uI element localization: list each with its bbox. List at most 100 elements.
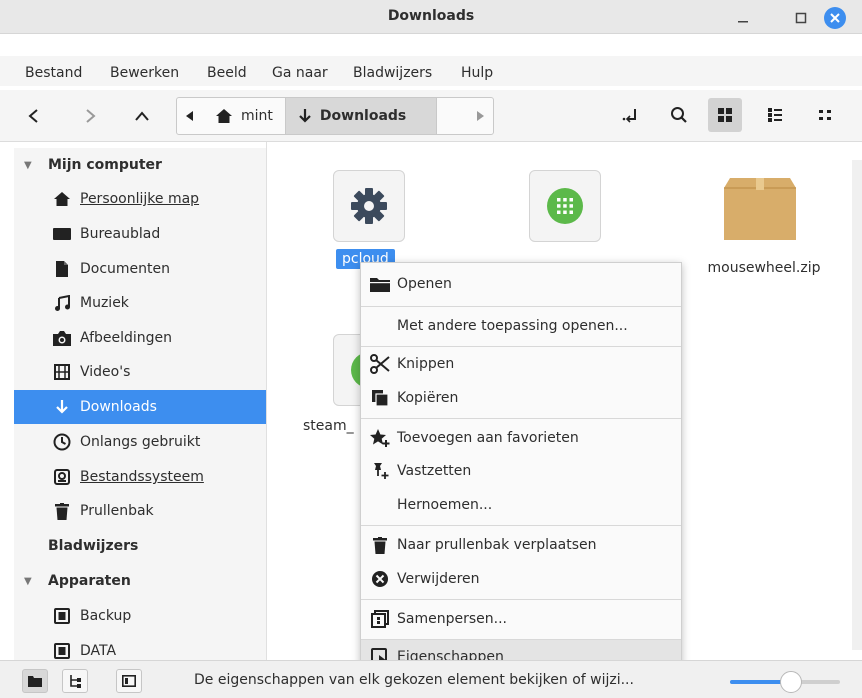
search-icon: [671, 107, 687, 123]
path-crumb-home[interactable]: mint: [203, 98, 285, 134]
sidebar-section-bookmarks[interactable]: Bladwijzers: [14, 529, 266, 563]
close-button[interactable]: [824, 7, 846, 29]
compact-view-button[interactable]: [808, 98, 842, 132]
music-icon: [52, 293, 72, 313]
menu-beeld[interactable]: Beeld: [207, 65, 247, 81]
document-icon: [52, 259, 72, 279]
file-label-mousewheel-zip[interactable]: mousewheel.zip: [701, 260, 827, 276]
sidebar-section-my-computer[interactable]: ▼ Mijn computer: [14, 148, 266, 182]
menu-item-copy[interactable]: Kopiëren: [361, 381, 681, 415]
clock-icon: [52, 432, 72, 452]
sidebar-item-device-backup[interactable]: Backup: [14, 599, 266, 633]
menu-item-open-with[interactable]: Met andere toepassing openen...: [361, 309, 681, 343]
context-menu: Openen Met andere toepassing openen... K…: [360, 262, 682, 674]
file-label-steam[interactable]: steam_: [303, 418, 354, 434]
sidebar-item-label: Persoonlijke map: [80, 191, 200, 207]
menu-bewerken[interactable]: Bewerken: [110, 65, 179, 81]
location-entry-icon: [622, 109, 636, 123]
sidebar-item-trash[interactable]: Prullenbak: [14, 494, 266, 528]
sidebar-item-music[interactable]: Muziek: [14, 286, 266, 320]
grid-view-icon: [718, 108, 732, 122]
forward-button[interactable]: [76, 102, 104, 130]
sidebar-item-label: Afbeeldingen: [80, 330, 173, 346]
sidebar-item-label: Bestandssysteem: [80, 469, 204, 485]
gear-icon: [333, 170, 405, 242]
sidebar-item-filesystem[interactable]: Bestandssysteem: [14, 460, 266, 494]
menu-item-open[interactable]: Openen: [361, 267, 681, 301]
list-view-button[interactable]: [758, 98, 792, 132]
search-button[interactable]: [662, 98, 696, 132]
folder-icon: [369, 274, 391, 294]
menu-bladwijzers[interactable]: Bladwijzers: [353, 65, 432, 81]
maximize-button[interactable]: [790, 7, 812, 29]
sidebar-item-label: DATA: [80, 643, 117, 659]
path-crumb-current-label: Downloads: [319, 108, 407, 124]
menu-item-delete[interactable]: Verwijderen: [361, 562, 681, 596]
menu-item-cut[interactable]: Knippen: [361, 347, 681, 381]
compact-view-icon: [819, 110, 831, 120]
sidebar: ▼ Mijn computer Persoonlijke map Bureaub…: [14, 148, 266, 660]
path-scroll-right[interactable]: [467, 98, 493, 134]
back-button[interactable]: [20, 102, 48, 130]
menu-item-label: Knippen: [397, 356, 455, 372]
file-item-pcloud[interactable]: [333, 170, 405, 242]
path-crumb-current[interactable]: Downloads: [284, 98, 437, 134]
file-item-input-remapper[interactable]: [529, 170, 601, 242]
sidebar-item-videos[interactable]: Video's: [14, 355, 266, 389]
path-scroll-left[interactable]: [177, 98, 203, 134]
copy-icon: [369, 388, 391, 408]
content-scrollbar[interactable]: [852, 160, 862, 650]
menu-item-label: Vastzetten: [397, 463, 472, 479]
zoom-slider[interactable]: [730, 671, 840, 693]
menu-item-rename[interactable]: Hernoemen...: [361, 488, 681, 522]
pin-icon: [369, 461, 391, 481]
zoom-slider-handle[interactable]: [779, 671, 802, 693]
window-titlebar: Downloads: [0, 0, 862, 34]
triangle-left-icon: [186, 111, 193, 121]
menu-ga-naar[interactable]: Ga naar: [272, 65, 328, 81]
sidebar-item-pictures[interactable]: Afbeeldingen: [14, 321, 266, 355]
sidebar-item-label: Onlangs gebruikt: [80, 434, 201, 450]
menu-item-add-favorite[interactable]: Toevoegen aan favorieten: [361, 421, 681, 455]
menu-hulp[interactable]: Hulp: [461, 65, 493, 81]
expand-triangle-icon: ▼: [24, 159, 32, 171]
minimize-icon: [738, 21, 748, 23]
menu-item-pin[interactable]: Vastzetten: [361, 454, 681, 488]
sidebar-section-label: Apparaten: [48, 573, 131, 589]
sidebar-item-documents[interactable]: Documenten: [14, 252, 266, 286]
menu-item-label: Openen: [397, 276, 452, 292]
sidebar-section-devices[interactable]: ▼ Apparaten: [14, 564, 266, 598]
triangle-right-icon: [477, 111, 484, 121]
menu-separator: [361, 599, 681, 600]
delete-icon: [369, 569, 391, 589]
menu-bestand[interactable]: Bestand: [25, 65, 82, 81]
sidebar-item-label: Prullenbak: [80, 503, 154, 519]
show-treeview-button[interactable]: [62, 669, 88, 693]
sidebar-item-home[interactable]: Persoonlijke map: [14, 182, 266, 216]
menu-item-move-to-trash[interactable]: Naar prullenbak verplaatsen: [361, 528, 681, 562]
sidebar-section-label: Bladwijzers: [48, 538, 139, 554]
menu-item-label: Naar prullenbak verplaatsen: [397, 537, 597, 553]
home-icon: [216, 109, 232, 123]
maximize-icon: [795, 12, 807, 24]
sidebar-item-desktop[interactable]: Bureaublad: [14, 217, 266, 251]
drive-icon: [52, 641, 72, 661]
chevron-left-icon: [28, 109, 38, 123]
path-bar: mint Downloads: [176, 97, 494, 135]
toggle-location-button[interactable]: [614, 98, 648, 132]
sidebar-item-downloads[interactable]: Downloads: [14, 390, 266, 424]
chevron-up-icon: [135, 111, 149, 121]
file-item-mousewheel-zip[interactable]: [722, 174, 796, 246]
minimize-button[interactable]: [732, 7, 754, 29]
menu-item-label: Hernoemen...: [397, 497, 493, 513]
menu-item-compress[interactable]: Samenpersen...: [361, 602, 681, 636]
status-text: De eigenschappen van elk gekozen element…: [194, 672, 634, 688]
menu-item-label: Toevoegen aan favorieten: [397, 430, 579, 446]
up-button[interactable]: [128, 102, 156, 130]
icon-view-button[interactable]: [708, 98, 742, 132]
show-places-button[interactable]: [22, 669, 48, 693]
sidebar-item-recent[interactable]: Onlangs gebruikt: [14, 425, 266, 459]
menu-item-label: Verwijderen: [397, 571, 480, 587]
home-icon: [52, 189, 72, 209]
toggle-sidebar-button[interactable]: [116, 669, 142, 693]
